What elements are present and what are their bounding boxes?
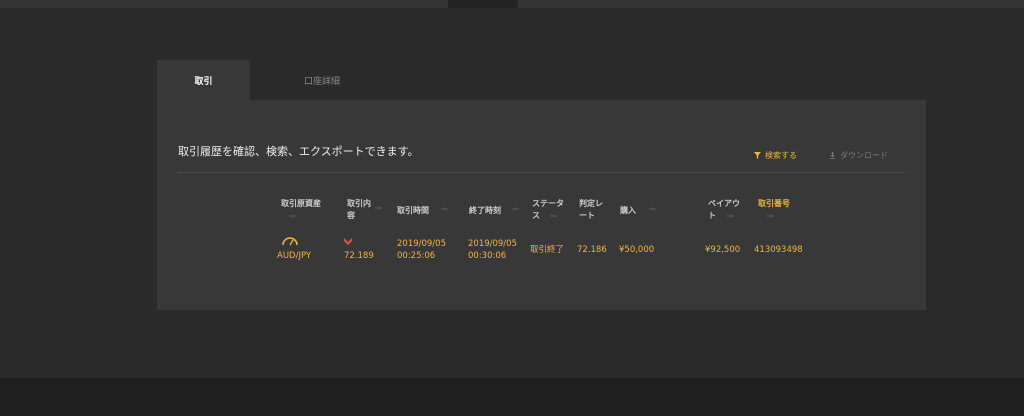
download-button[interactable]: ダウンロード: [829, 150, 888, 161]
header-time-label: 取引時間: [397, 206, 429, 215]
header-rate-label-2: ート: [579, 211, 595, 220]
sort-icon-status[interactable]: ︿ ﹀: [550, 211, 557, 223]
cell-status: 取引終了: [530, 245, 565, 255]
footer-bar: [0, 378, 1024, 416]
header-payout-label-1: ペイアウ: [708, 199, 740, 208]
sort-icon-end-time[interactable]: ︿ ﹀: [512, 204, 519, 216]
top-bar-left: [0, 0, 448, 8]
cell-asset: AUD/JPY: [277, 251, 312, 261]
header-rate[interactable]: 判定レ ート: [579, 198, 603, 222]
trade-history-panel: 取引履歴を確認、検索、エクスポートできます。 検索する ダウンロード 取引原資産…: [157, 100, 926, 310]
tab-account-details[interactable]: 口座詳細: [250, 60, 394, 100]
sort-icon-payout[interactable]: ︿ ﹀: [727, 211, 734, 223]
header-time[interactable]: 取引時間: [397, 205, 429, 217]
header-payout[interactable]: ペイアウ ト: [708, 198, 740, 222]
cell-end-time: 2019/09/05 00:30:06: [468, 238, 517, 262]
top-bar: [0, 0, 1024, 8]
search-button[interactable]: 検索する: [754, 150, 797, 161]
cell-time: 2019/09/05 00:25:06: [397, 238, 446, 262]
header-content-label-1: 取引内: [347, 199, 371, 208]
header-purchase-label: 購入: [620, 206, 636, 215]
header-asset-label: 取引原資産: [281, 199, 321, 208]
header-status-label-2: ス: [532, 211, 540, 220]
download-icon: [829, 152, 836, 159]
cell-time-clock: 00:25:06: [397, 251, 436, 261]
sort-icon-purchase[interactable]: ︿ ﹀: [649, 204, 656, 216]
sort-icon-asset[interactable]: ︿ ﹀: [289, 211, 296, 223]
tab-trades[interactable]: 取引: [157, 60, 250, 100]
sort-icon-time[interactable]: ︿ ﹀: [441, 204, 448, 216]
header-end-time[interactable]: 終了時刻: [469, 205, 501, 217]
header-status-label-1: ステータ: [532, 199, 564, 208]
cell-end-clock: 00:30:06: [468, 251, 507, 261]
header-end-time-label: 終了時刻: [469, 206, 501, 215]
cell-number[interactable]: 413093498: [754, 244, 803, 256]
header-content-label-2: 容: [347, 211, 355, 220]
top-bar-right: [518, 0, 1024, 8]
header-number-label: 取引番号: [758, 199, 790, 208]
header-number[interactable]: 取引番号: [758, 198, 790, 210]
sort-icon-content[interactable]: ︿ ﹀: [375, 203, 382, 215]
header-payout-label-2: ト: [708, 211, 716, 220]
filter-icon: [754, 152, 761, 159]
header-rate-label-1: 判定レ: [579, 199, 603, 208]
gauge-icon: [282, 237, 298, 246]
down-arrow-icon: [344, 238, 352, 245]
cell-purchase: ¥50,000: [619, 245, 655, 255]
header-status[interactable]: ステータ ス: [532, 198, 564, 222]
panel-description: 取引履歴を確認、検索、エクスポートできます。: [178, 145, 419, 158]
search-label: 検索する: [765, 151, 797, 160]
cell-payout: ¥92,500: [705, 245, 741, 255]
header-purchase[interactable]: 購入: [620, 205, 636, 217]
cell-end-date: 2019/09/05: [468, 239, 517, 249]
sort-icon-number[interactable]: ︿ ﹀: [767, 211, 774, 223]
header-asset[interactable]: 取引原資産: [281, 198, 321, 210]
top-bar-center: [448, 0, 518, 8]
header-content[interactable]: 取引内 容: [347, 198, 371, 222]
cell-time-date: 2019/09/05: [397, 239, 446, 249]
download-label: ダウンロード: [840, 151, 888, 160]
cell-content: 72.189: [344, 251, 374, 261]
divider: [177, 172, 905, 173]
cell-rate: 72.186: [577, 245, 607, 255]
